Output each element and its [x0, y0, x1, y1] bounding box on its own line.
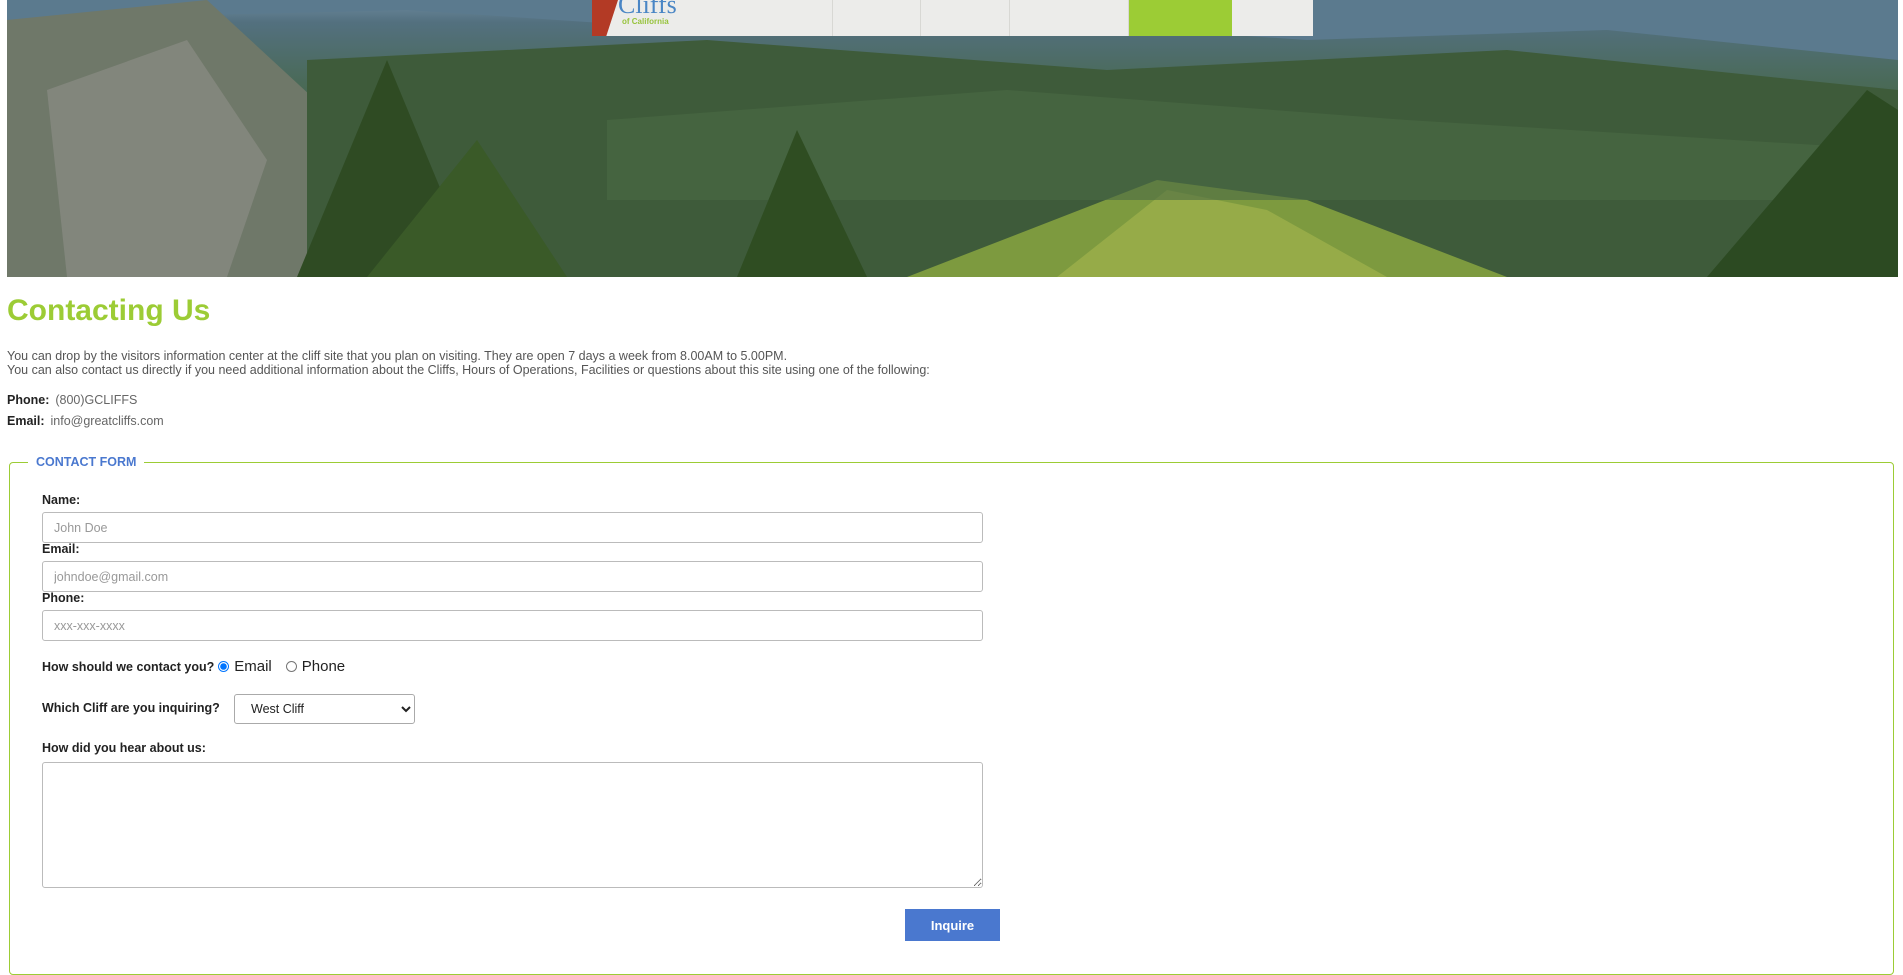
- contact-method-email[interactable]: Email: [218, 658, 272, 675]
- page-title: Contacting Us: [7, 294, 211, 327]
- intro-text: You can drop by the visitors information…: [7, 349, 930, 377]
- intro-line-1: You can drop by the visitors information…: [7, 349, 788, 363]
- cliff-select-label: Which Cliff are you inquiring?: [42, 701, 220, 715]
- contact-method-question: How should we contact you?: [42, 659, 215, 674]
- logo-subtitle: of California: [622, 17, 669, 26]
- contact-method-group: How should we contact you? Email Phone: [42, 658, 359, 675]
- phone-contact-label: Phone:: [7, 393, 50, 407]
- email-contact: Email: info@greatcliffs.com: [7, 414, 164, 428]
- contact-form-legend: CONTACT FORM: [36, 455, 137, 469]
- email-input[interactable]: [42, 561, 983, 592]
- name-label: Name:: [42, 493, 81, 507]
- phone-radio-label: Phone: [301, 658, 346, 675]
- email-contact-label: Email:: [7, 414, 45, 428]
- hear-about-label: How did you hear about us:: [42, 741, 206, 755]
- hero-banner-image: [7, 0, 1898, 277]
- hear-about-textarea[interactable]: [42, 762, 983, 888]
- top-navigation-bar: Cliffs of California: [592, 0, 1313, 36]
- mountain-landscape-image: [7, 0, 1898, 277]
- site-logo[interactable]: Cliffs of California: [592, 0, 834, 36]
- inquire-button[interactable]: Inquire: [905, 909, 1000, 941]
- logo-red-mark: [592, 0, 618, 36]
- intro-line-2: You can also contact us directly if you …: [7, 363, 930, 377]
- phone-input[interactable]: [42, 610, 983, 641]
- email-radio-label: Email: [234, 658, 272, 675]
- nav-item-1[interactable]: [833, 0, 922, 36]
- cliff-select[interactable]: West Cliff: [234, 694, 415, 724]
- phone-radio[interactable]: [285, 661, 297, 672]
- email-label: Email:: [42, 542, 80, 556]
- nav-item-2[interactable]: [921, 0, 1010, 36]
- phone-label: Phone:: [42, 591, 85, 605]
- nav-item-3[interactable]: [1010, 0, 1129, 36]
- nav-item-contact-active[interactable]: [1128, 0, 1233, 36]
- name-input[interactable]: [42, 512, 983, 543]
- phone-contact-value: (800)GCLIFFS: [55, 393, 138, 407]
- phone-contact: Phone: (800)GCLIFFS: [7, 393, 137, 407]
- nav-item-5[interactable]: [1232, 0, 1313, 36]
- contact-method-phone[interactable]: Phone: [285, 658, 346, 675]
- email-contact-value: info@greatcliffs.com: [50, 414, 164, 428]
- email-radio[interactable]: [218, 661, 230, 672]
